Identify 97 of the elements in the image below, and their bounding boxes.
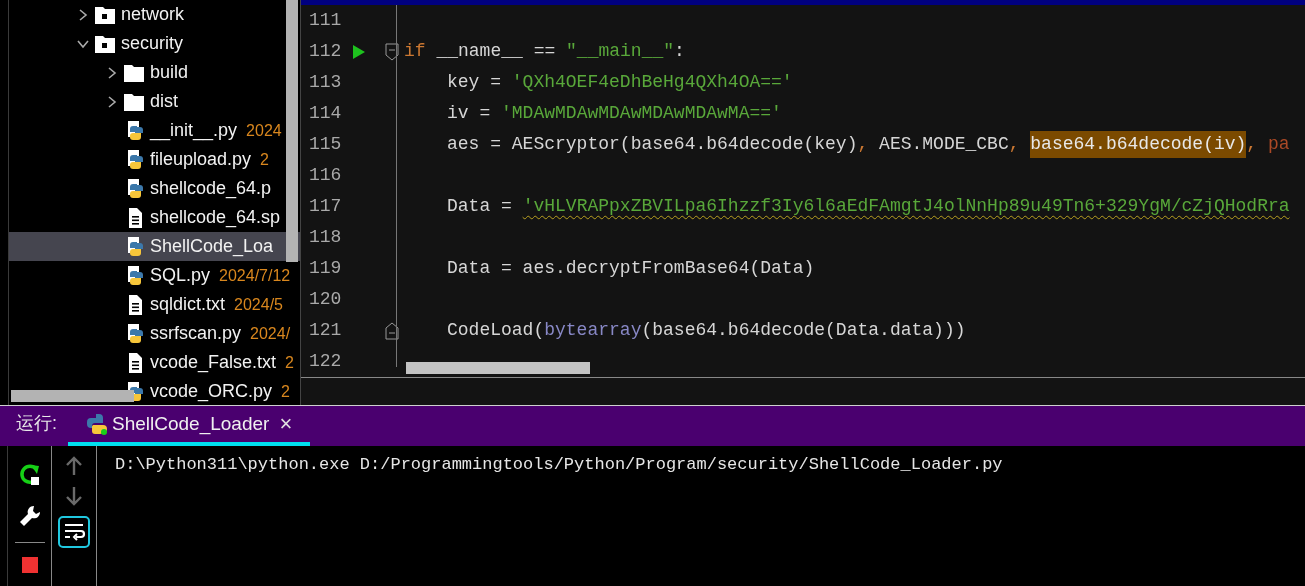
python-run-icon [86,413,108,435]
code-text: pa [1267,133,1290,156]
soft-wrap-icon[interactable] [58,516,90,548]
package-folder-icon [95,5,115,24]
code-text: , [1246,133,1259,156]
code-text: , [1008,133,1021,156]
python-file-icon [126,178,144,199]
tree-item[interactable]: __init__.py 2024 [9,116,300,145]
tree-item[interactable]: vcode_False.txt 2 [9,348,300,377]
fold-icon[interactable] [384,321,399,340]
code-text: , [857,133,870,156]
code-text: Data = [447,195,513,218]
line-number: 122 [308,350,341,373]
python-file-icon [126,323,144,344]
folder-icon [124,63,144,82]
tree-item[interactable]: network [9,0,300,29]
scrollbar-thumb[interactable] [406,362,590,374]
python-file-icon [126,149,144,170]
code-text: bytearray [544,319,642,342]
file-name: vcode_False.txt [150,351,277,375]
code-text: 'vHLVRAPpxZBVILpa6Ihzzf3Iy6l6aEdFAmgtJ4olNnHp89u49Tn6+329YgM/cZjQHodRra [522,195,1290,218]
tree-item[interactable]: security [9,29,300,58]
line-number: 113 [308,71,341,94]
code-text: Data = aes.decryptFromBase64(Data) [447,257,815,280]
file-name: __init__.py [150,119,238,143]
modified-date: 2024 [246,120,282,141]
wrench-icon[interactable] [18,505,41,527]
line-number: 118 [308,226,341,249]
code-text: AES.MODE_CBC [879,133,1009,156]
rerun-icon[interactable] [18,463,41,485]
package-folder-icon [95,34,115,53]
modified-date: 2024/5 [234,294,283,315]
code-text: iv = [447,102,492,125]
chevron-right-icon[interactable] [106,66,118,79]
text-file-icon [126,294,144,315]
stop-icon[interactable] [21,556,38,573]
line-number: 117 [308,195,341,218]
file-name: fileupload.py [150,148,252,171]
modified-date: 2024/ [250,323,291,344]
file-name: dist [150,90,178,113]
tree-item[interactable]: shellcode_64.p [9,174,300,203]
line-number: 116 [308,164,341,187]
text-file-icon [126,352,144,373]
file-name: security [121,32,183,55]
code-text: if [404,40,426,63]
tree-item[interactable]: build [9,58,300,87]
panel-label: 运行: [16,412,58,435]
tree-item[interactable]: ShellCode_Loa [9,232,300,261]
file-name: ssrfscan.py [150,322,242,345]
line-number: 111 [308,9,341,32]
close-button[interactable]: × [279,413,293,435]
tree-item[interactable]: sqldict.txt 2024/5 [9,290,300,319]
modified-date: 2024/7/12 [219,265,291,286]
code-text: 'QXh4OEF4eDhBeHg4QXh4OA==' [511,71,793,94]
line-number: 112 [308,40,341,63]
run-icon[interactable] [353,44,365,59]
tree-item[interactable]: dist [9,87,300,116]
scrollbar-thumb[interactable] [286,0,298,262]
file-name: sqldict.txt [150,293,226,316]
chevron-right-icon[interactable] [77,8,89,21]
line-number: 115 [308,133,341,156]
file-name: network [121,3,185,26]
python-file-icon [126,265,144,286]
console-output: D:\Python311\python.exe D:/Programmingtools/Python/Program/security/ShellCode_Loader.py [115,454,1003,476]
line-number: 121 [308,319,341,342]
file-name: build [150,61,189,84]
line-number: 114 [308,102,341,125]
python-file-icon [126,120,144,141]
tree-item[interactable]: ssrfscan.py 2024/ [9,319,300,348]
tree-item[interactable]: SQL.py 2024/7/12 [9,261,300,290]
tree-item[interactable]: fileupload.py 2 [9,145,300,174]
file-name: shellcode_64.sp [150,206,281,230]
code-text: 'MDAwMDAwMDAwMDAwMDAwMA==' [501,102,782,125]
file-name: ShellCode_Loa [150,235,274,259]
code-text: __name__ == [435,40,557,63]
code-text: aes = AEScryptor(base64.b64decode(key) [447,133,858,156]
fold-icon[interactable] [384,42,399,61]
file-name: vcode_ORC.py [150,380,273,404]
code-text: : [674,40,685,63]
code-text: CodeLoad( [447,319,545,342]
modified-date: 2 [285,352,294,373]
file-name: shellcode_64.p [150,177,272,201]
modified-date: 2 [281,381,290,402]
line-number: 119 [308,257,341,280]
file-name: SQL.py [150,264,211,287]
scrollbar-thumb[interactable] [11,390,134,402]
folder-icon [124,92,144,111]
code-text: key = [447,71,502,94]
code-text: (base64.b64decode(Data.data))) [641,319,966,342]
text-file-icon [126,207,144,228]
python-file-icon [126,236,144,257]
chevron-right-icon[interactable] [106,95,118,108]
tree-item[interactable]: shellcode_64.sp [9,203,300,232]
code-text: base64.b64decode(iv) [1030,131,1247,158]
modified-date: 2 [260,149,269,170]
code-text: "__main__" [566,40,675,63]
line-number: 120 [308,288,341,311]
